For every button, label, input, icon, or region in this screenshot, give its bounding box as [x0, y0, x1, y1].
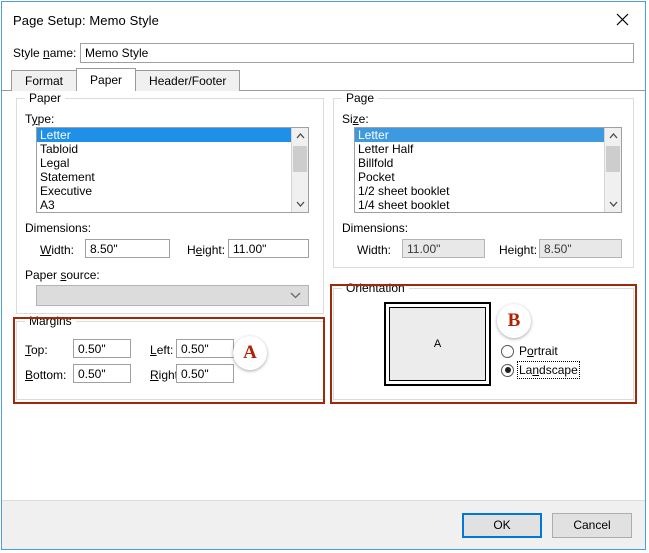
paper-width-input[interactable] — [85, 239, 170, 258]
page-height-input — [539, 239, 622, 258]
cancel-button[interactable]: Cancel — [552, 513, 632, 538]
radio-landscape-label: Landscape — [519, 363, 578, 377]
chevron-up-glyph — [609, 133, 618, 139]
list-item[interactable]: Tabloid — [37, 142, 291, 156]
list-item[interactable]: Letter — [355, 128, 604, 142]
radio-portrait[interactable]: Portrait — [501, 344, 558, 358]
list-item[interactable]: 1/2 sheet booklet — [355, 184, 604, 198]
page-setup-dialog: Page Setup: Memo Style Style name: Forma… — [1, 1, 646, 550]
radio-landscape[interactable]: Landscape — [501, 363, 578, 377]
scroll-up-icon[interactable] — [605, 128, 621, 144]
callout-badge-a: A — [233, 336, 267, 370]
orientation-group-label: Orientation — [342, 281, 409, 295]
list-item[interactable]: 1/4 sheet booklet — [355, 198, 604, 212]
callout-badge-b: B — [497, 304, 531, 338]
margins-group: Margins — [16, 321, 324, 400]
tab-panel-paper: Paper Type: Letter Tabloid Legal Stateme… — [2, 91, 645, 500]
paper-height-label: Height: — [187, 243, 225, 257]
page-size-items: Letter Letter Half Billfold Pocket 1/2 s… — [355, 128, 604, 212]
paper-type-items: Letter Tabloid Legal Statement Executive… — [37, 128, 291, 212]
list-item[interactable]: Letter — [37, 128, 291, 142]
margin-left-input[interactable] — [176, 339, 234, 358]
radio-portrait-mark — [501, 345, 514, 358]
page-group-label: Page — [342, 91, 378, 105]
close-glyph — [616, 13, 629, 26]
chevron-down-glyph — [609, 201, 618, 207]
margin-bottom-label: Bottom: — [25, 368, 66, 382]
page-height-label: Height: — [499, 243, 537, 257]
list-item[interactable]: A3 — [37, 198, 291, 212]
page-size-listbox[interactable]: Letter Letter Half Billfold Pocket 1/2 s… — [354, 127, 622, 213]
chevron-down-icon — [290, 292, 301, 299]
scroll-thumb[interactable] — [606, 146, 620, 172]
list-item[interactable]: Legal — [37, 156, 291, 170]
margins-group-label: Margins — [25, 314, 76, 328]
style-name-row: Style name: — [2, 38, 645, 67]
orientation-preview: A — [384, 302, 491, 386]
chevron-up-glyph — [296, 133, 305, 139]
paper-type-label: Type: — [25, 112, 54, 126]
margin-bottom-input[interactable] — [73, 364, 131, 383]
paper-width-label: Width: — [40, 243, 74, 257]
style-name-label: Style name: — [13, 46, 80, 60]
margin-right-input[interactable] — [176, 364, 234, 383]
paper-group-label: Paper — [25, 91, 65, 105]
paper-dimensions-label: Dimensions: — [25, 221, 91, 235]
page-dimensions-label: Dimensions: — [342, 221, 408, 235]
scroll-down-icon[interactable] — [292, 196, 308, 212]
tab-format[interactable]: Format — [11, 70, 77, 91]
radio-landscape-mark — [501, 364, 514, 377]
paper-height-input[interactable] — [228, 239, 309, 258]
title-bar: Page Setup: Memo Style — [2, 2, 645, 38]
chevron-down-glyph — [296, 201, 305, 207]
margin-left-label: Left: — [150, 343, 173, 357]
list-item[interactable]: Billfold — [355, 156, 604, 170]
scroll-up-icon[interactable] — [292, 128, 308, 144]
page-width-input — [402, 239, 485, 258]
margins-group-border — [16, 321, 324, 400]
ok-button[interactable]: OK — [462, 513, 542, 538]
scroll-thumb[interactable] — [293, 146, 307, 172]
list-item[interactable]: Executive — [37, 184, 291, 198]
orientation-preview-letter: A — [389, 307, 486, 381]
margin-top-input[interactable] — [73, 339, 131, 358]
paper-type-listbox[interactable]: Letter Tabloid Legal Statement Executive… — [36, 127, 309, 213]
dialog-footer: OK Cancel — [2, 500, 645, 549]
radio-portrait-label: Portrait — [519, 344, 558, 358]
tab-header-footer[interactable]: Header/Footer — [135, 70, 240, 91]
page-size-scrollbar[interactable] — [604, 128, 621, 212]
list-item[interactable]: Pocket — [355, 170, 604, 184]
close-icon[interactable] — [600, 2, 645, 37]
tab-paper[interactable]: Paper — [76, 68, 136, 91]
scroll-down-icon[interactable] — [605, 196, 621, 212]
tab-strip: Format Paper Header/Footer — [2, 67, 645, 91]
list-item[interactable]: Letter Half — [355, 142, 604, 156]
page-title: Page Setup: Memo Style — [2, 13, 159, 28]
list-item[interactable]: Statement — [37, 170, 291, 184]
paper-type-scrollbar[interactable] — [291, 128, 308, 212]
paper-source-combo[interactable] — [36, 285, 309, 306]
paper-source-label: Paper source: — [25, 268, 100, 282]
page-size-label: Size: — [342, 112, 369, 126]
page-width-label: Width: — [357, 243, 391, 257]
margin-top-label: Top: — [25, 343, 48, 357]
style-name-input[interactable] — [80, 43, 634, 63]
